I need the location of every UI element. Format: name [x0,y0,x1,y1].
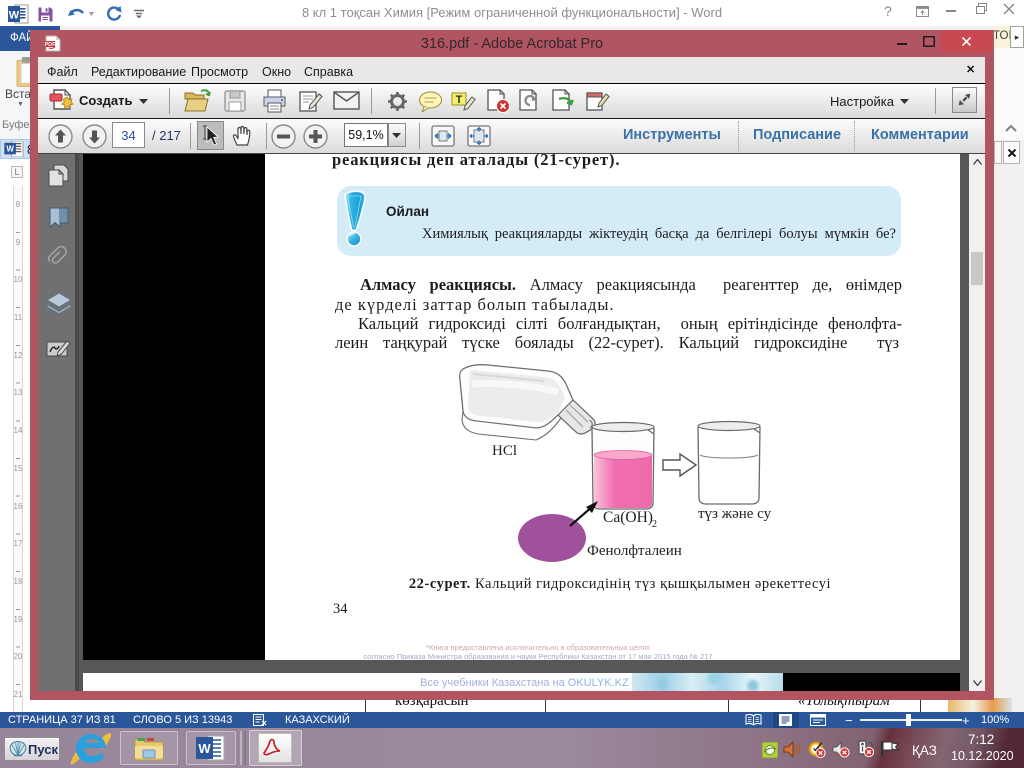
svg-text:W: W [6,145,14,154]
svg-text:HCl: HCl [492,443,517,459]
svg-text:2: 2 [652,519,657,530]
svg-text:түз және су: түз және су [698,506,772,522]
svg-text:Фенолфталеин: Фенолфталеин [587,543,682,559]
svg-text:T: T [456,94,463,106]
svg-text:W: W [198,741,211,756]
svg-text:Ca(OH): Ca(OH) [603,509,653,526]
